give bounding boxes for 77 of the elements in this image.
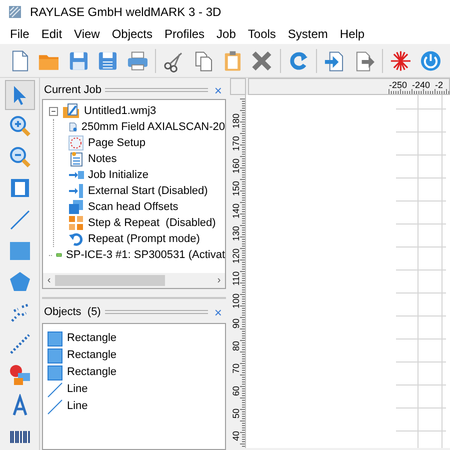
scroll-left-button[interactable]: ‹	[43, 273, 55, 288]
rectangle-icon	[47, 330, 63, 346]
ruler-label: 100	[231, 293, 241, 309]
panel-title: Current Job	[44, 82, 102, 98]
laser-icon[interactable]	[389, 48, 413, 72]
tree-item[interactable]: Page Setup	[88, 134, 146, 152]
overlapping-squares-icon	[68, 199, 84, 215]
zoom-in-icon[interactable]	[8, 114, 32, 138]
window-title: RAYLASE GmbH weldMARK 3 - 3D	[30, 4, 222, 21]
job-folder-icon	[62, 103, 80, 119]
line-icon	[47, 382, 63, 398]
rectangle-icon	[47, 348, 63, 364]
ruler-label: 160	[231, 158, 241, 174]
ruler-label: 40	[231, 431, 241, 441]
arrow-into-bar-icon	[68, 183, 84, 199]
menu-item[interactable]: System	[282, 25, 334, 43]
delete-icon[interactable]	[250, 48, 274, 72]
object-item[interactable]: Line	[67, 381, 88, 398]
menu-item[interactable]: Job	[210, 25, 242, 43]
close-button[interactable]: ×	[212, 84, 224, 96]
object-item[interactable]: Line	[67, 398, 88, 415]
power-icon[interactable]	[418, 48, 442, 72]
object-item[interactable]: Rectangle	[67, 364, 117, 381]
grid-squares-icon	[68, 215, 84, 231]
app-logo-icon	[8, 5, 22, 19]
tree-item[interactable]: Repeat (Prompt mode)	[88, 230, 200, 248]
tree-item[interactable]: 250mm Field AXIALSCAN-20	[81, 118, 225, 136]
notes-icon	[68, 151, 84, 167]
ruler-ticks	[388, 88, 450, 94]
rectangle-icon	[47, 364, 63, 380]
scroll-right-button[interactable]: ›	[213, 273, 225, 288]
panel-title: Objects (5)	[44, 304, 101, 320]
object-item[interactable]: Rectangle	[67, 330, 117, 347]
ruler-label: 90	[231, 318, 241, 328]
ruler-label: -250	[389, 80, 408, 90]
object-item[interactable]: Rectangle	[67, 347, 117, 364]
ruler-label: 110	[231, 271, 241, 286]
ruler-label: 150	[231, 180, 241, 196]
ruler-label: 130	[231, 226, 241, 242]
menu-item[interactable]: File	[4, 25, 36, 43]
line-icon	[47, 398, 63, 414]
menu-item[interactable]: View	[68, 25, 106, 43]
tree-item[interactable]: Notes	[88, 150, 117, 168]
ruler-label: 140	[231, 203, 241, 219]
tree-item[interactable]: Step & Repeat (Disabled)	[88, 214, 216, 232]
ruler-label: 60	[231, 386, 241, 396]
printer-icon[interactable]	[126, 48, 150, 72]
menu-item[interactable]: Edit	[35, 25, 68, 43]
dashed-circle-icon	[68, 135, 84, 151]
tree-item[interactable]: SP-ICE-3 #1: SP300531 (Activat	[66, 246, 225, 264]
scrollbar-thumb[interactable]	[55, 275, 165, 286]
tree-item[interactable]: External Start (Disabled)	[88, 182, 208, 200]
ruler-label: -2	[435, 80, 444, 90]
tree-item[interactable]: Scan head Offsets	[88, 198, 178, 216]
close-button[interactable]: ×	[212, 306, 224, 318]
zoom-out-icon[interactable]	[8, 145, 32, 169]
dotted-line-icon[interactable]	[8, 332, 32, 356]
line-tool-icon[interactable]	[8, 208, 32, 232]
tree-item[interactable]: Job Initialize	[88, 166, 149, 184]
ruler-label: 50	[231, 408, 241, 418]
pentagon-tool-icon[interactable]	[8, 270, 32, 294]
menu-item[interactable]: Profiles	[158, 25, 211, 43]
menu-item[interactable]: Tools	[242, 25, 282, 43]
menu-item[interactable]: Help	[334, 25, 371, 43]
collapse-toggle[interactable]: −	[49, 106, 58, 116]
circular-arrow-icon	[68, 231, 84, 247]
ruler-label: 120	[231, 248, 241, 264]
shapes-icon[interactable]	[8, 363, 32, 387]
ruler-label: -240	[412, 80, 430, 90]
menu-item[interactable]: Objects	[106, 25, 159, 43]
horizontal-scrollbar[interactable]: ‹ ›	[43, 273, 225, 288]
ruler-label: 70	[231, 364, 241, 374]
ruler-label: 180	[231, 113, 241, 129]
rectangle-tool-icon[interactable]	[8, 239, 32, 263]
ruler-label: 80	[231, 341, 241, 351]
ruler-label: 170	[231, 136, 241, 152]
tree-item[interactable]: Untitled1.wmj3	[84, 102, 156, 120]
